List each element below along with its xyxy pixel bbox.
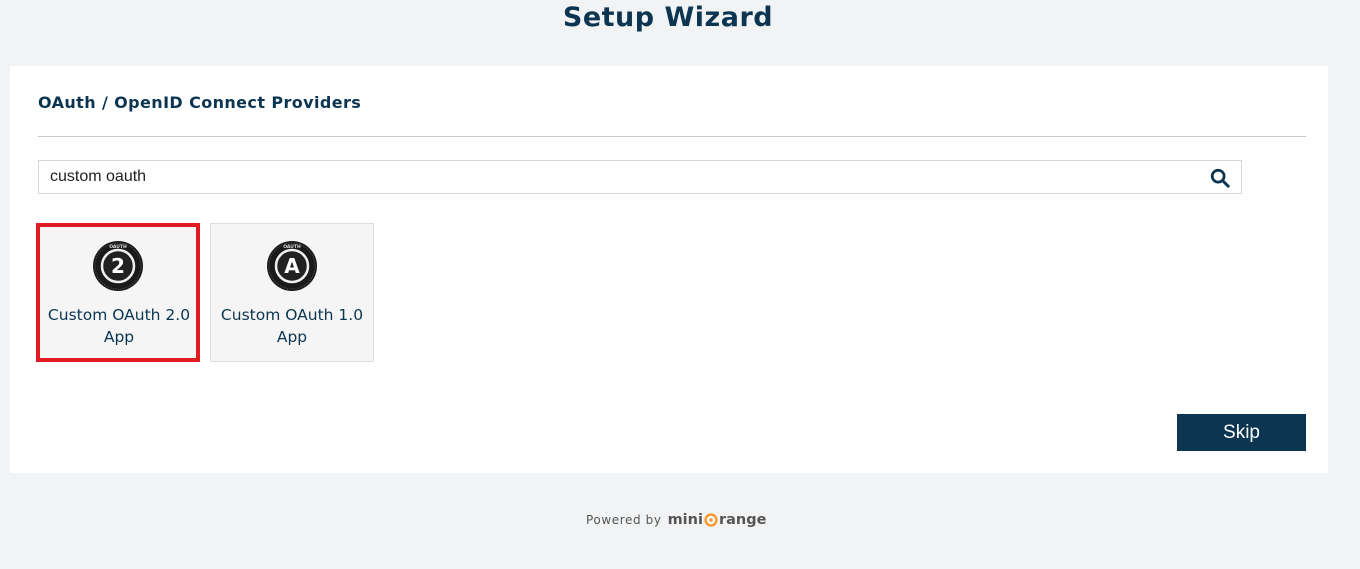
brand-suffix: range xyxy=(718,512,767,528)
oauth2-logo-icon: 2 OAUTH xyxy=(93,241,143,291)
skip-button[interactable]: Skip xyxy=(1177,414,1306,451)
provider-label: Custom OAuth 1.0 App xyxy=(220,306,364,346)
miniorange-o-icon xyxy=(704,513,718,527)
search-icon[interactable] xyxy=(1209,167,1231,189)
section-title: OAuth / OpenID Connect Providers xyxy=(38,93,362,112)
powered-by-text: Powered by xyxy=(586,513,662,527)
search-box xyxy=(38,160,1242,194)
provider-tile-custom-oauth-2[interactable]: 2 OAUTH Custom OAuth 2.0 App xyxy=(36,223,200,362)
divider xyxy=(38,136,1306,137)
footer: Powered by mini range xyxy=(586,509,766,531)
svg-text:A: A xyxy=(284,254,300,278)
provider-label: Custom OAuth 2.0 App xyxy=(47,306,191,346)
oauth1-logo-icon: A OAUTH xyxy=(267,241,317,291)
search-input[interactable] xyxy=(39,161,1189,193)
page-title: Setup Wizard xyxy=(562,2,774,33)
brand-prefix: mini xyxy=(667,512,703,528)
svg-text:OAUTH: OAUTH xyxy=(283,244,301,250)
provider-tile-custom-oauth-1[interactable]: A OAUTH Custom OAuth 1.0 App xyxy=(210,223,374,362)
brand-logo[interactable]: mini range xyxy=(668,512,767,528)
svg-text:OAUTH: OAUTH xyxy=(109,244,127,250)
svg-text:2: 2 xyxy=(111,254,125,278)
providers-panel: OAuth / OpenID Connect Providers 2 OAUTH… xyxy=(10,66,1328,473)
